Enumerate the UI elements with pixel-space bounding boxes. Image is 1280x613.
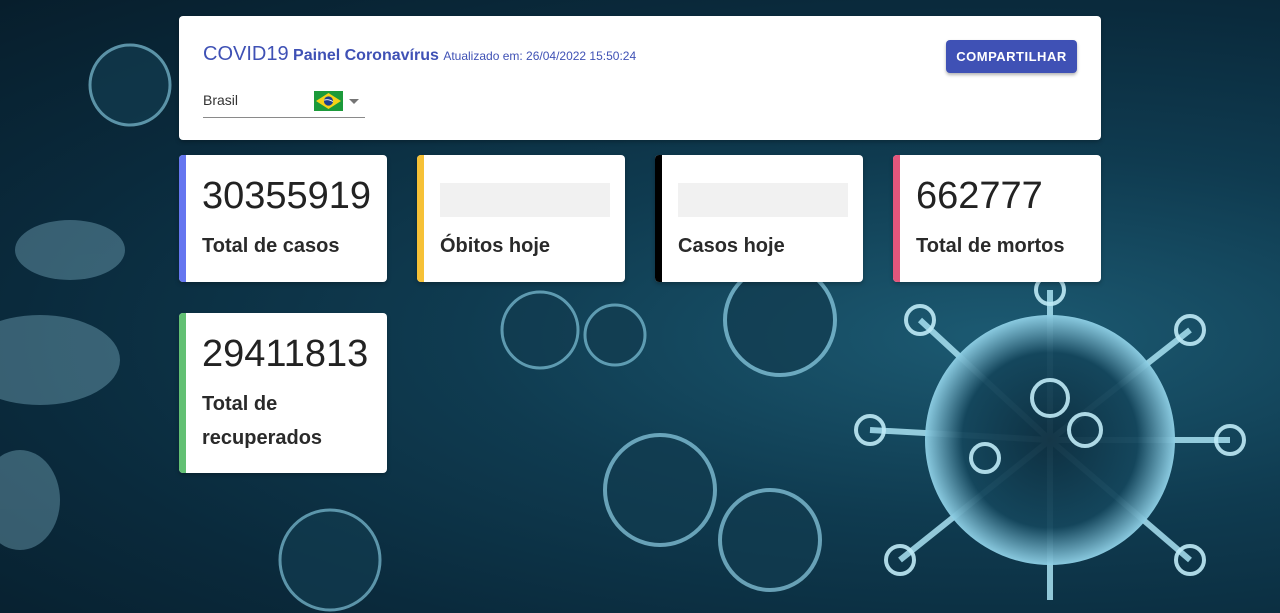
stat-card-deaths-today: Óbitos hoje [417,155,625,282]
stat-label: Total de recuperados [202,393,323,449]
stat-value: 662777 [916,175,1043,217]
updated-timestamp: Atualizado em: 26/04/2022 15:50:24 [443,49,637,63]
country-select[interactable]: Brasil [203,88,365,118]
share-button[interactable]: COMPARTILHAR [946,40,1077,73]
stat-value-placeholder [678,183,848,217]
stat-card-cases-today: Casos hoje [655,155,863,282]
card-color-stripe [417,155,424,282]
brazil-flag-icon [314,91,343,111]
card-color-stripe [655,155,662,282]
card-color-stripe [893,155,900,282]
stat-card-total-deaths: 662777 Total de mortos [893,155,1101,282]
stat-value: 30355919 [202,175,372,217]
page-title: COVID19 Painel Coronavírus Atualizado em… [203,43,636,66]
stat-label: Óbitos hoje [440,235,550,257]
dashboard-header-card: COVID19 Painel Coronavírus Atualizado em… [179,16,1101,140]
title-painel: Painel Coronavírus [293,47,439,64]
stat-label: Casos hoje [678,235,785,257]
stat-label: Total de casos [202,235,340,257]
title-covid19: COVID19 [203,43,289,65]
stat-card-total-cases: 30355919 Total de casos [179,155,387,282]
stat-label: Total de mortos [916,235,1065,257]
stat-value-placeholder [440,183,610,217]
card-color-stripe [179,155,186,282]
card-color-stripe [179,313,186,473]
stat-card-total-recovered: 29411813 Total de recuperados [179,313,387,473]
stat-value: 29411813 [202,333,369,375]
chevron-down-icon [349,99,359,104]
country-select-value: Brasil [203,92,239,108]
